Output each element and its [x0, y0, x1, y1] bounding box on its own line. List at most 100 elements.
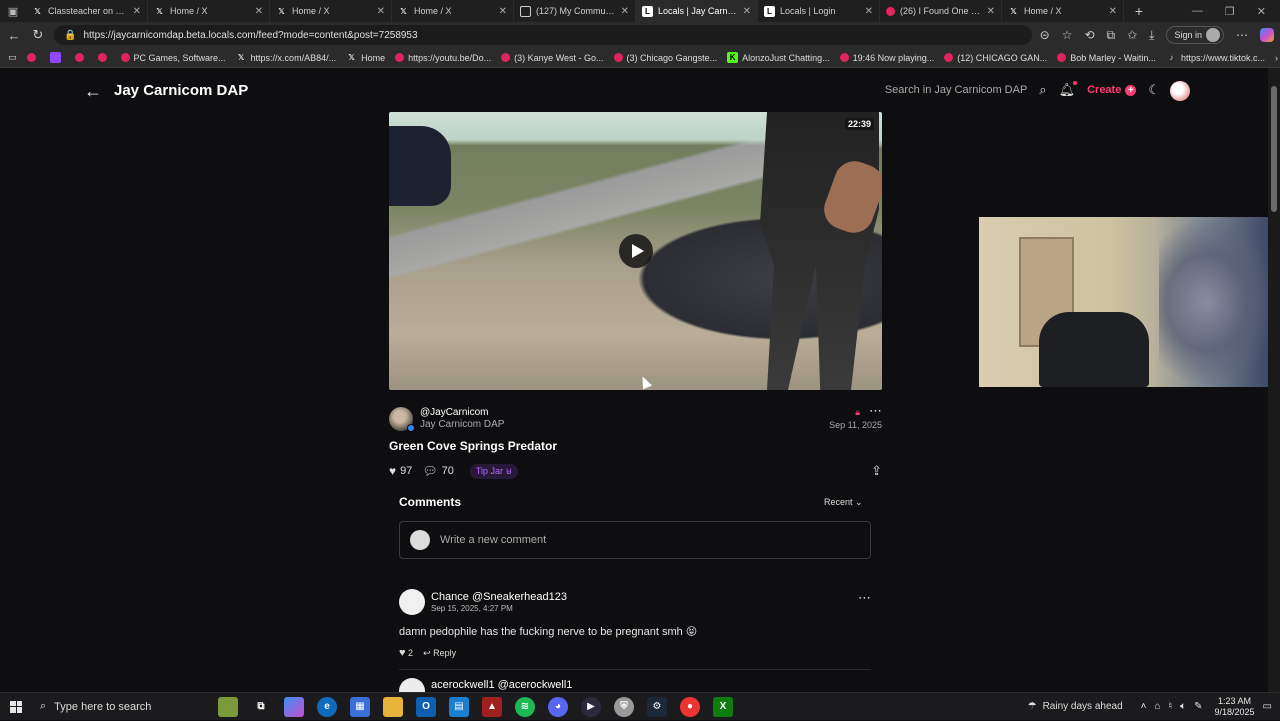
more-menu-icon[interactable]: ⋯	[1236, 28, 1248, 42]
back-icon[interactable]: ←	[6, 28, 22, 43]
clock[interactable]: 1:23 AM 9/18/2025	[1215, 696, 1255, 718]
bookmark-item[interactable]: (3) Chicago Gangste...	[613, 53, 717, 63]
taskbar-search[interactable]: ⌕ Type here to search	[32, 693, 208, 721]
steam-icon[interactable]: ⚙	[647, 696, 667, 717]
close-icon[interactable]: ✕	[377, 6, 385, 17]
bamboo-icon[interactable]	[218, 696, 238, 717]
new-comment-box[interactable]	[399, 521, 871, 559]
scrollbar[interactable]	[1268, 68, 1280, 692]
comment-input[interactable]	[440, 534, 860, 546]
comment-sort-dropdown[interactable]: Recent ⌄	[824, 497, 863, 508]
moon-icon[interactable]: ☾	[1148, 82, 1160, 98]
split-screen-icon[interactable]: ⧉	[1107, 28, 1116, 43]
reply-button[interactable]: ↩ Reply	[423, 648, 456, 659]
copilot-icon[interactable]	[1260, 28, 1274, 42]
comment-like-button[interactable]: ♥ 2	[399, 647, 413, 659]
bookmark-item[interactable]: Bob Marley - Waitin...	[1057, 53, 1156, 63]
refresh-icon[interactable]: ↻	[30, 27, 46, 43]
reader-icon[interactable]: ⊝	[1040, 28, 1050, 42]
tip-jar-button[interactable]: Tip Jar ⊌	[469, 463, 519, 479]
favorites-icon[interactable]: ✩	[1127, 28, 1137, 42]
create-button[interactable]: Create +	[1087, 84, 1137, 96]
mic-icon[interactable]: ♮	[1169, 701, 1173, 712]
discord-icon[interactable]: ◕	[548, 696, 568, 717]
comment-button[interactable]: 💬︎ 70	[422, 464, 453, 478]
like-button[interactable]: ♥ 97	[389, 464, 412, 478]
chevron-right-icon[interactable]: ›	[1275, 53, 1278, 63]
extensions-icon[interactable]: ⟲	[1084, 28, 1094, 42]
tab[interactable]: 𝕏 Home / X ✕	[148, 0, 270, 22]
bookmark-item[interactable]: 19:46 Now playing...	[839, 53, 934, 63]
tab[interactable]: L Locals | Login ✕	[758, 0, 880, 22]
tab-actions-icon[interactable]: ▣	[0, 5, 26, 18]
search-icon[interactable]: ⌕	[1039, 82, 1046, 98]
comment-avatar[interactable]	[399, 678, 425, 692]
tab[interactable]: (127) My Communities ✕	[514, 0, 636, 22]
weather-widget[interactable]: ☂ Rainy days ahead	[1028, 701, 1123, 712]
bookmark-item[interactable]	[26, 53, 40, 62]
bell-icon[interactable]: 🔔︎	[1059, 81, 1078, 98]
bookmark-item[interactable]: (3) Kanye West - Go...	[501, 53, 604, 63]
tab-active[interactable]: L Locals | Jay Carnicom D ✕	[636, 0, 758, 22]
bookmark-item[interactable]	[74, 53, 88, 62]
tab[interactable]: 𝕏 Home / X ✕	[270, 0, 392, 22]
close-icon[interactable]: ✕	[865, 6, 873, 17]
spotify-icon[interactable]: ≋	[515, 696, 535, 717]
pen-icon[interactable]: ✎	[1194, 701, 1202, 712]
bookmark-item[interactable]	[97, 53, 111, 62]
recorder-icon[interactable]: ●	[680, 696, 700, 717]
security-icon[interactable]: ⛨	[614, 696, 634, 717]
sign-in-button[interactable]: Sign in	[1166, 26, 1224, 44]
bookmark-item[interactable]: K AlonzoJust Chatting...	[727, 52, 830, 63]
photos-icon[interactable]: ▤	[449, 696, 469, 717]
tab[interactable]: 𝕏 Home / X ✕	[1002, 0, 1124, 22]
bookmark-item[interactable]: 𝕏 Home	[346, 52, 385, 63]
volume-icon[interactable]: 🔈︎	[1180, 701, 1186, 712]
chevron-up-icon[interactable]: ˄	[1141, 701, 1147, 712]
task-view-icon[interactable]: ⧉	[251, 697, 271, 717]
xbox-icon[interactable]: X	[713, 696, 733, 717]
notifications-icon[interactable]: ▭	[1263, 701, 1272, 712]
favorite-star-icon[interactable]: ☆	[1062, 28, 1073, 42]
close-icon[interactable]: ✕	[743, 6, 751, 17]
bookmark-item[interactable]: (12) CHICAGO GAN...	[944, 53, 1047, 63]
video-player[interactable]: 22:39	[389, 112, 882, 390]
comment-author[interactable]: acerockwell1 @acerockwell1	[431, 679, 572, 691]
comment-author[interactable]: Chance @Sneakerhead123	[431, 591, 567, 603]
close-icon[interactable]: ✕	[499, 6, 507, 17]
author-avatar[interactable]	[389, 407, 415, 432]
tab[interactable]: 𝕏 Classteacher on X: "Ty ✕	[26, 0, 148, 22]
app-icon[interactable]: ▲	[482, 696, 502, 717]
close-icon[interactable]: ✕	[621, 6, 629, 17]
bookmark-item[interactable]	[49, 52, 65, 63]
bookmark-item[interactable]: ♪ https://www.tiktok.c...	[1166, 52, 1265, 63]
comment-avatar[interactable]	[399, 589, 425, 615]
downloads-icon[interactable]: ⤓	[1149, 28, 1154, 43]
tab[interactable]: 𝕏 Home / X ✕	[392, 0, 514, 22]
outlook-icon[interactable]: O	[416, 696, 436, 717]
maximize-icon[interactable]: ❐	[1225, 5, 1235, 18]
share-icon[interactable]: ⇪	[871, 463, 882, 479]
author-handle[interactable]: @JayCarnicom	[420, 407, 489, 418]
close-window-icon[interactable]: ✕	[1257, 5, 1266, 18]
start-button[interactable]	[0, 700, 32, 713]
more-options-icon[interactable]: ⋯	[869, 403, 882, 419]
close-icon[interactable]: ✕	[255, 6, 263, 17]
store-icon[interactable]: ▦	[350, 696, 370, 717]
bookmark-item[interactable]: https://youtu.be/Do...	[395, 53, 491, 63]
url-field[interactable]: 🔒 https://jaycarnicomdap.beta.locals.com…	[54, 25, 1032, 45]
copilot-icon[interactable]	[284, 696, 304, 717]
back-arrow-icon[interactable]: ←	[84, 81, 102, 102]
media-icon[interactable]: ▶	[581, 696, 601, 717]
site-search-input[interactable]: Search in Jay Carnicom DAP	[885, 84, 1027, 96]
tab[interactable]: (26) I Found One of the ✕	[880, 0, 1002, 22]
scrollbar-thumb[interactable]	[1271, 86, 1277, 212]
close-icon[interactable]: ✕	[1109, 6, 1117, 17]
more-options-icon[interactable]: ⋯	[858, 590, 871, 606]
user-avatar[interactable]	[1170, 81, 1190, 101]
close-icon[interactable]: ✕	[987, 6, 995, 17]
bookmark-item[interactable]: PC Games, Software...	[120, 53, 226, 63]
minimize-icon[interactable]: —	[1192, 5, 1203, 18]
play-button[interactable]	[619, 234, 653, 268]
community-name[interactable]: Jay Carnicom DAP	[420, 419, 504, 430]
